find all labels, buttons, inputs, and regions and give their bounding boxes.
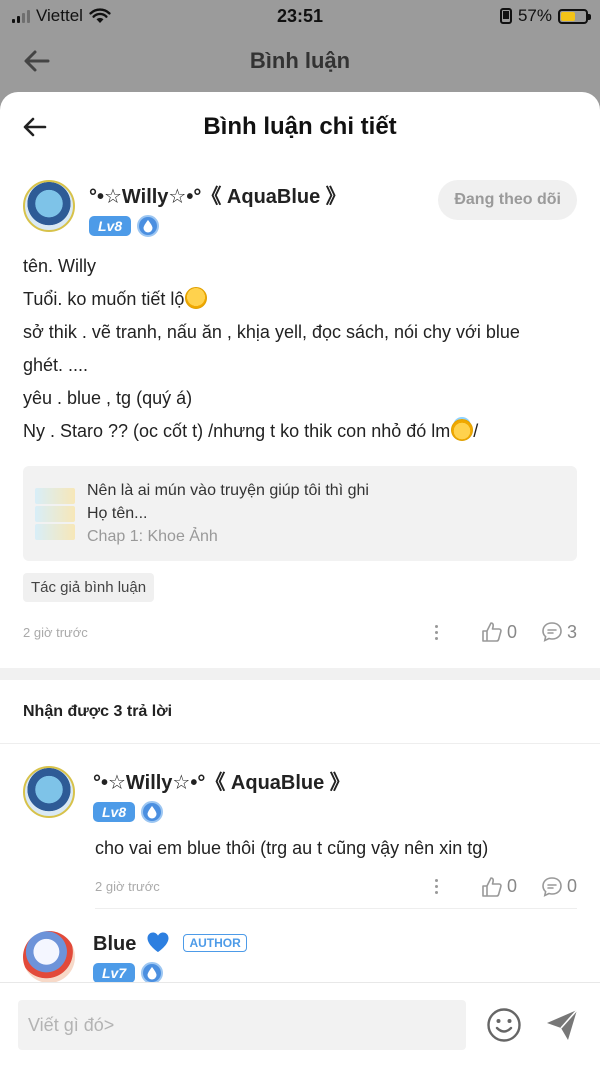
comment-line: ghét. .... (23, 355, 89, 375)
comment-input[interactable] (18, 1000, 466, 1050)
reply-username[interactable]: Blue (93, 933, 136, 955)
author-comment-tag: Tác giả bình luận (23, 573, 155, 602)
level-badge: Lv8 (89, 216, 132, 236)
more-vertical-icon[interactable] (434, 624, 439, 640)
more-vertical-icon[interactable] (434, 879, 439, 894)
wifi-icon (89, 8, 111, 23)
avatar[interactable] (23, 931, 75, 983)
reply-count: 0 (566, 876, 577, 896)
comment-input-bar (0, 982, 600, 1067)
status-time: 23:51 (276, 5, 324, 26)
water-drop-icon (137, 215, 160, 237)
like-button[interactable]: 0 (481, 876, 517, 898)
carrier-label: Viettel (36, 6, 83, 25)
like-count: 0 (506, 876, 517, 896)
send-icon[interactable] (542, 1005, 582, 1045)
comment-bubble-icon (542, 876, 562, 897)
heart-icon (147, 932, 169, 952)
avatar[interactable] (23, 180, 75, 232)
crying-emoji-icon (185, 287, 208, 309)
reply-meta: 2 giờ trước 0 0 (95, 869, 577, 909)
comment-bubble-icon (542, 622, 562, 642)
reply-time: 2 giờ trước (95, 879, 160, 894)
comment-time: 2 giờ trước (23, 624, 88, 640)
author-badge: AUTHOR (183, 934, 247, 952)
comment-line: tên. Willy (23, 256, 97, 276)
reply-count: 3 (566, 621, 577, 642)
sheet-title: Bình luận chi tiết (203, 113, 397, 140)
comment-meta: 2 giờ trước 0 3 (23, 612, 577, 652)
reply-button[interactable]: 0 (541, 876, 577, 898)
reply-text: cho vai em blue thôi (trg au t cũng vậy … (95, 838, 489, 858)
reply-username[interactable]: °•☆Willy☆•°《 AquaBlue 》 (93, 766, 350, 795)
thumb-up-icon (482, 622, 502, 642)
avatar[interactable] (23, 766, 75, 818)
comment-header: °•☆Willy☆•°《 AquaBlue 》 Lv8 Đang theo dõ… (23, 180, 577, 246)
story-thumbnail (35, 487, 75, 540)
comment-line: yêu . blue , tg (quý á) (23, 388, 193, 408)
arrow-left-icon[interactable] (20, 44, 54, 78)
comment-line: Ny . Staro ?? (oc cốt t) /nhưng t ko thi… (23, 419, 479, 441)
like-count: 0 (506, 621, 517, 642)
reply-button[interactable]: 3 (541, 621, 577, 643)
battery-icon (558, 8, 591, 24)
smile-icon[interactable] (484, 1005, 524, 1045)
sheet-header: Bình luận chi tiết (0, 92, 600, 162)
main-comment: °•☆Willy☆•°《 AquaBlue 》 Lv8 Đang theo dõ… (0, 180, 600, 652)
section-divider (0, 668, 600, 680)
thumb-up-icon (482, 876, 502, 897)
water-drop-icon (141, 801, 164, 823)
following-button[interactable]: Đang theo dõi (438, 180, 577, 220)
halo-emoji-icon (451, 419, 474, 441)
reply-item: Blue AUTHOR Lv7 (0, 931, 600, 984)
story-card[interactable]: Nên là ai mún vào truyện giúp tôi thì gh… (23, 466, 577, 561)
comment-detail-sheet: Bình luận chi tiết °•☆Willy☆•°《 AquaBlue… (0, 92, 600, 1067)
comment-line: sở thik . vẽ tranh, nấu ăn , khịa yell, … (23, 322, 520, 342)
background-header: Bình luận (0, 32, 600, 90)
water-drop-icon (141, 962, 164, 984)
comment-username[interactable]: °•☆Willy☆•°《 AquaBlue 》 (89, 180, 346, 209)
battery-percent: 57% (517, 6, 552, 25)
story-chapter: Chap 1: Khoe Ảnh (87, 528, 218, 545)
story-line1: Nên là ai mún vào truyện giúp tôi thì gh… (87, 482, 369, 499)
signal-icon (12, 9, 30, 23)
reply-item: °•☆Willy☆•°《 AquaBlue 》 Lv8 cho vai em b… (0, 766, 600, 909)
replies-title: Nhận được 3 trả lời (0, 680, 600, 744)
comment-body: tên. Willy Tuổi. ko muốn tiết lộ sở thik… (23, 250, 577, 448)
status-bar: Viettel 23:51 57% (0, 0, 600, 32)
background-title: Bình luận (249, 48, 351, 73)
orientation-lock-icon (499, 8, 512, 24)
level-badge: Lv7 (93, 963, 136, 983)
story-line2: Họ tên... (87, 505, 148, 522)
arrow-left-icon[interactable] (20, 112, 50, 142)
like-button[interactable]: 0 (481, 621, 517, 643)
comment-line: Tuổi. ko muốn tiết lộ (23, 283, 577, 316)
level-badge: Lv8 (93, 802, 136, 822)
